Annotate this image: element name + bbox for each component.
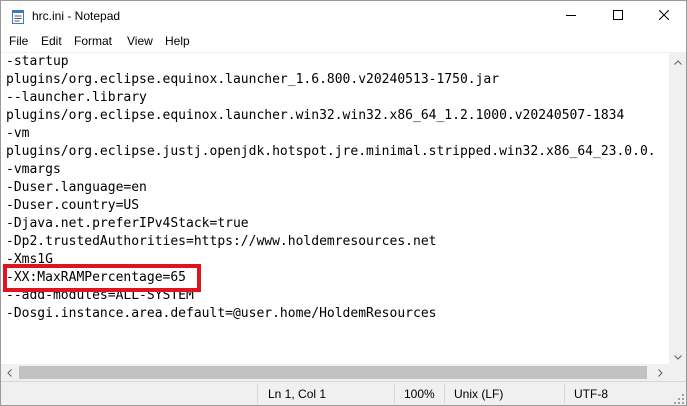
menu-format[interactable]: Format (74, 34, 112, 48)
text-line: -Duser.country=US (6, 198, 140, 213)
text-line: -Djava.net.preferIPv4Stack=true (6, 216, 249, 231)
status-bar: Ln 1, Col 1 100% Unix (LF) UTF-8 (1, 381, 686, 405)
horizontal-scroll-thumb[interactable] (19, 366, 647, 379)
text-line: -vmargs (6, 162, 61, 177)
vertical-scrollbar[interactable] (669, 52, 686, 364)
text-line: -startup (6, 54, 69, 69)
text-line: -Dp2.trustedAuthorities=https://www.hold… (6, 234, 437, 249)
status-divider (564, 384, 565, 404)
zoom-level: 100% (404, 387, 435, 401)
text-line: -Duser.language=en (6, 180, 147, 195)
menu-help[interactable]: Help (165, 34, 190, 48)
scroll-right-button[interactable] (652, 364, 669, 381)
title-bar[interactable]: hrc.ini - Notepad (1, 1, 686, 32)
close-icon (658, 7, 670, 25)
text-line: -vm (6, 126, 30, 141)
maximize-button[interactable] (595, 1, 641, 31)
status-divider (257, 384, 258, 404)
minimize-icon (566, 7, 576, 25)
menu-bar: File Edit Format View Help (1, 32, 686, 52)
text-line: --launcher.library (6, 90, 147, 105)
status-divider (394, 384, 395, 404)
notepad-window: hrc.ini - Notepad File Edit Format View … (0, 0, 687, 406)
menu-view[interactable]: View (127, 34, 153, 48)
scroll-up-button[interactable] (669, 52, 686, 69)
minimize-button[interactable] (548, 1, 594, 31)
close-button[interactable] (641, 1, 687, 31)
text-editor[interactable]: -startup plugins/org.eclipse.equinox.lau… (1, 52, 669, 364)
chevron-up-icon (673, 52, 682, 70)
scroll-left-button[interactable] (1, 364, 18, 381)
resize-grip-icon[interactable] (673, 392, 685, 404)
text-line: plugins/org.eclipse.equinox.launcher_1.6… (6, 72, 500, 87)
text-line: -Dosgi.instance.area.default=@user.home/… (6, 306, 437, 321)
highlight-annotation (3, 264, 201, 292)
encoding: UTF-8 (574, 387, 608, 401)
scroll-down-button[interactable] (669, 347, 686, 364)
menu-file[interactable]: File (9, 34, 28, 48)
chevron-left-icon (7, 364, 12, 382)
text-line: plugins/org.eclipse.justj.openjdk.hotspo… (6, 144, 656, 159)
notepad-icon (10, 9, 26, 25)
chevron-right-icon (658, 364, 663, 382)
text-line: plugins/org.eclipse.equinox.launcher.win… (6, 108, 625, 123)
window-title: hrc.ini - Notepad (32, 9, 121, 23)
cursor-position: Ln 1, Col 1 (268, 387, 327, 401)
maximize-icon (613, 7, 623, 25)
status-divider (444, 384, 445, 404)
line-ending: Unix (LF) (454, 387, 504, 401)
chevron-down-icon (673, 347, 682, 365)
horizontal-scrollbar[interactable] (1, 364, 669, 381)
menu-edit[interactable]: Edit (41, 34, 62, 48)
scrollbar-corner (669, 364, 686, 381)
